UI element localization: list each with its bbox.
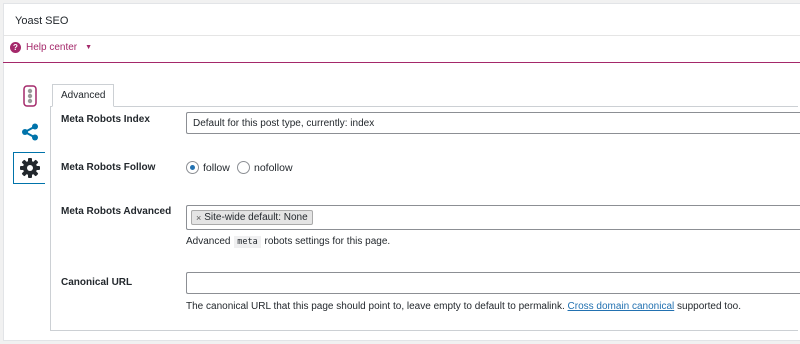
gear-icon[interactable] bbox=[13, 152, 45, 184]
nofollow-radio[interactable] bbox=[237, 161, 250, 174]
meta-robots-follow-label: Meta Robots Follow bbox=[61, 162, 156, 173]
desc-code-meta: meta bbox=[234, 236, 261, 248]
canonical-url-description: The canonical URL that this page should … bbox=[186, 301, 741, 312]
follow-radio[interactable] bbox=[186, 161, 199, 174]
caret-down-icon: ▼ bbox=[85, 43, 93, 51]
meta-robots-advanced-description: Advanced meta robots settings for this p… bbox=[186, 236, 391, 248]
meta-robots-advanced-label: Meta Robots Advanced bbox=[61, 206, 172, 217]
help-center-toggle[interactable]: ? Help center ▼ bbox=[10, 40, 92, 54]
tab-advanced[interactable]: Advanced bbox=[52, 84, 115, 107]
canonical-url-input[interactable] bbox=[186, 272, 800, 294]
canonical-desc-end: supported too. bbox=[677, 301, 741, 312]
meta-robots-index-select[interactable]: Default for this post type, currently: i… bbox=[186, 112, 800, 134]
title-divider bbox=[4, 35, 800, 36]
help-center-label: Help center bbox=[26, 41, 78, 53]
readability-traffic-light-icon[interactable] bbox=[21, 84, 39, 108]
meta-robots-advanced-select[interactable]: × Site-wide default: None bbox=[186, 205, 800, 230]
share-icon[interactable] bbox=[19, 121, 41, 143]
canonical-desc-start: The canonical URL that this page should … bbox=[186, 301, 565, 312]
cross-domain-canonical-link[interactable]: Cross domain canonical bbox=[568, 301, 675, 312]
desc-text-start: Advanced bbox=[186, 236, 231, 247]
meta-robots-index-label: Meta Robots Index bbox=[61, 114, 150, 125]
nofollow-option[interactable]: nofollow bbox=[237, 161, 293, 174]
selected-tag: × Site-wide default: None bbox=[191, 210, 313, 225]
remove-tag-icon[interactable]: × bbox=[196, 213, 201, 223]
desc-text-end: robots settings for this page. bbox=[264, 236, 391, 247]
selected-tag-label: Site-wide default: None bbox=[204, 212, 308, 223]
canonical-url-label: Canonical URL bbox=[61, 277, 133, 288]
follow-label: follow bbox=[203, 161, 230, 174]
follow-option[interactable]: follow bbox=[186, 161, 230, 174]
help-icon: ? bbox=[10, 41, 21, 53]
panel-title: Yoast SEO bbox=[15, 15, 69, 27]
help-divider bbox=[3, 62, 800, 63]
nofollow-label: nofollow bbox=[254, 161, 293, 174]
